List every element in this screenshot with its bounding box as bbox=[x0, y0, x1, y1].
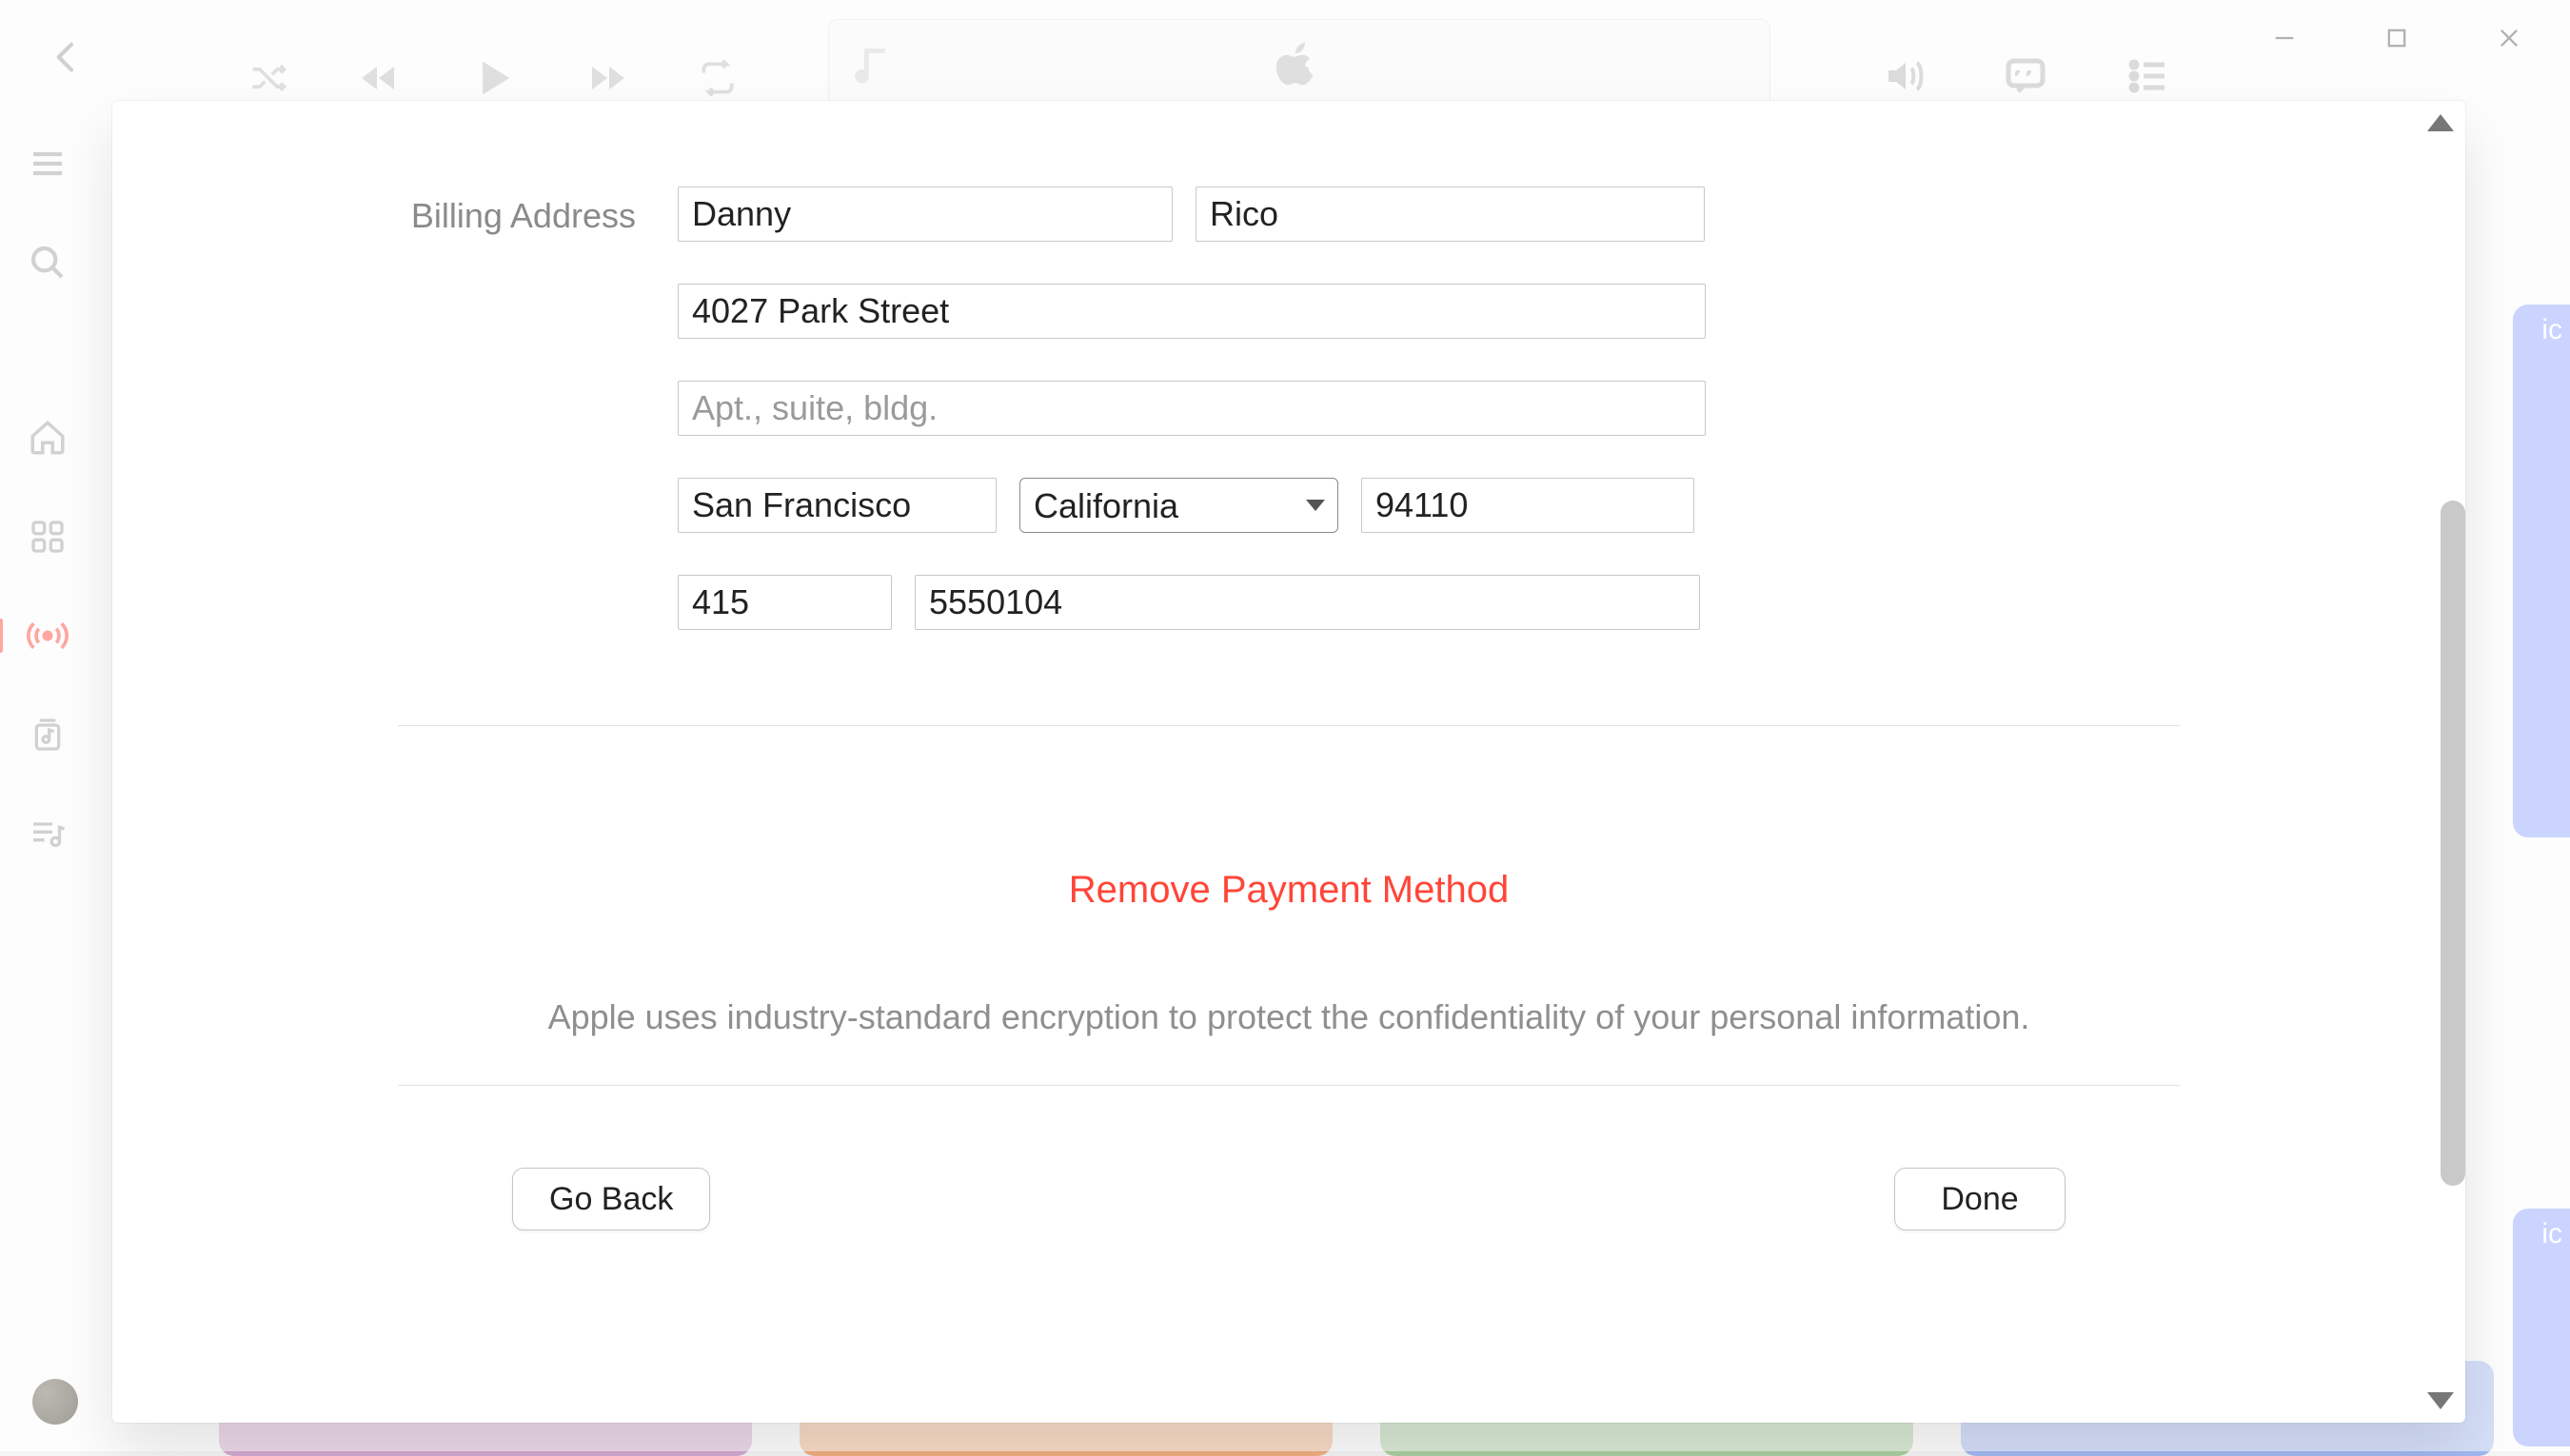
previous-track-icon[interactable] bbox=[356, 55, 402, 101]
now-playing-bar bbox=[828, 19, 1770, 109]
encryption-disclaimer: Apple uses industry-standard encryption … bbox=[398, 997, 2180, 1037]
street-field[interactable] bbox=[678, 284, 1706, 339]
scroll-up-icon[interactable] bbox=[2427, 114, 2454, 131]
bg-side-card-text: ic bbox=[2541, 1218, 2562, 1250]
play-icon[interactable] bbox=[468, 53, 518, 103]
divider bbox=[398, 1085, 2180, 1086]
zip-field[interactable] bbox=[1361, 478, 1694, 533]
scroll-down-icon[interactable] bbox=[2427, 1392, 2454, 1409]
go-back-button[interactable]: Go Back bbox=[512, 1168, 710, 1230]
sidebar-browse-icon[interactable] bbox=[27, 516, 69, 558]
apple-logo-icon bbox=[1275, 40, 1324, 89]
scrollbar-thumb[interactable] bbox=[2441, 501, 2465, 1186]
queue-icon[interactable] bbox=[2125, 53, 2170, 99]
account-avatar[interactable] bbox=[32, 1379, 78, 1425]
volume-icon[interactable] bbox=[1881, 53, 1927, 99]
sidebar-search-icon[interactable] bbox=[27, 242, 69, 284]
first-name-field[interactable] bbox=[678, 187, 1173, 242]
sidebar-home-icon[interactable] bbox=[27, 417, 69, 459]
account-sheet: Billing Address California bbox=[112, 101, 2465, 1423]
bg-side-card: ic bbox=[2513, 1209, 2570, 1446]
window-close-icon[interactable] bbox=[2496, 25, 2522, 51]
sidebar-radio-icon[interactable] bbox=[27, 615, 69, 657]
shuffle-icon[interactable] bbox=[247, 57, 289, 99]
sidebar-playlist-icon[interactable] bbox=[27, 813, 69, 855]
sidebar-library-icon[interactable] bbox=[27, 714, 69, 756]
apt-field[interactable] bbox=[678, 381, 1706, 436]
divider bbox=[398, 725, 2180, 726]
window-maximize-icon[interactable] bbox=[2383, 25, 2410, 51]
phone-number-field[interactable] bbox=[915, 575, 1700, 630]
sidebar-menu-icon[interactable] bbox=[27, 143, 69, 185]
back-icon[interactable] bbox=[48, 38, 86, 76]
window-minimize-icon[interactable] bbox=[2271, 25, 2298, 51]
city-field[interactable] bbox=[678, 478, 997, 533]
music-note-icon bbox=[848, 37, 903, 92]
bg-side-card-text: ic bbox=[2541, 314, 2562, 346]
done-button[interactable]: Done bbox=[1894, 1168, 2066, 1230]
last-name-field[interactable] bbox=[1196, 187, 1705, 242]
next-track-icon[interactable] bbox=[584, 55, 630, 101]
phone-area-code-field[interactable] bbox=[678, 575, 892, 630]
bg-side-card: ic bbox=[2513, 305, 2570, 837]
billing-address-label: Billing Address bbox=[398, 187, 636, 236]
remove-payment-link[interactable]: Remove Payment Method bbox=[398, 869, 2180, 912]
state-select[interactable]: California bbox=[1019, 478, 1338, 533]
lyrics-icon[interactable] bbox=[2003, 53, 2048, 99]
repeat-icon[interactable] bbox=[697, 57, 739, 99]
